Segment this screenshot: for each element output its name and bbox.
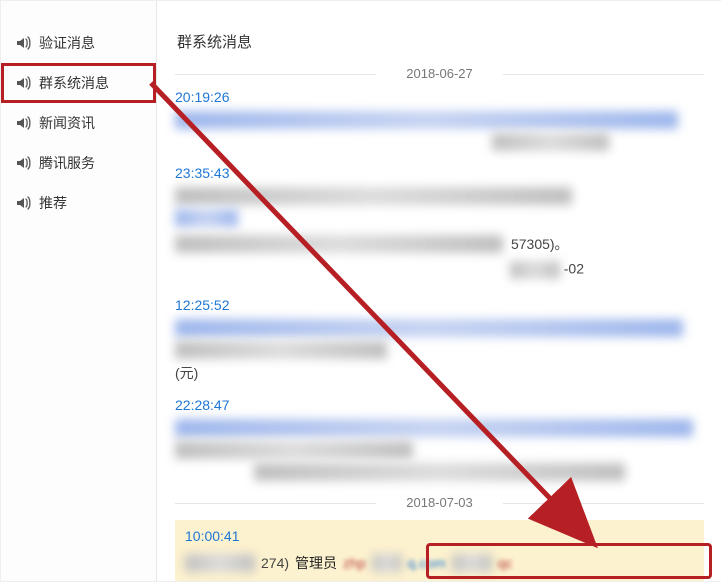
message-body-redacted	[175, 319, 683, 337]
sidebar-item-tencent-service[interactable]: 腾讯服务	[1, 143, 156, 183]
message-body-redacted	[452, 554, 492, 572]
message-body-redacted	[372, 554, 402, 572]
date-divider-1: 2018-06-27	[175, 66, 704, 81]
message-body-redacted	[492, 133, 608, 151]
admin-label: 管理员	[295, 553, 337, 573]
message-body-redacted	[175, 441, 413, 459]
speaker-icon	[15, 115, 31, 131]
message-block: 12:25:52 (元)	[175, 297, 704, 383]
message-time: 10:00:41	[185, 528, 694, 544]
sidebar-item-news[interactable]: 新闻资讯	[1, 103, 156, 143]
message-tail-number: 57305)。	[511, 234, 569, 254]
message-time: 22:28:47	[175, 397, 704, 413]
message-body-redacted	[175, 341, 387, 359]
sidebar-item-label: 新闻资讯	[39, 113, 95, 133]
message-tail-text: (元)	[175, 363, 704, 383]
message-body-redacted	[510, 261, 560, 279]
admin-link-fragment[interactable]: qc	[498, 555, 513, 571]
page-title: 群系统消息	[177, 31, 704, 52]
sidebar-item-verify[interactable]: 验证消息	[1, 23, 156, 63]
app-root: 验证消息 群系统消息 新闻资讯 腾讯服务 推荐 群	[0, 0, 721, 582]
message-body-redacted	[175, 209, 238, 227]
sidebar-item-label: 验证消息	[39, 33, 95, 53]
message-time: 20:19:26	[175, 89, 704, 105]
message-body-redacted	[175, 187, 572, 205]
message-body-redacted	[175, 235, 503, 253]
admin-line: 274) 管理员 zhp q.com qc	[185, 550, 694, 576]
message-tail-date: -02	[564, 261, 584, 277]
admin-link-fragment[interactable]: zhp	[343, 555, 366, 571]
message-body-redacted	[175, 111, 678, 129]
speaker-icon	[15, 195, 31, 211]
highlighted-message-block: 10:00:41 274) 管理员 zhp q.com qc	[175, 520, 704, 581]
message-time: 23:35:43	[175, 165, 704, 181]
sidebar-item-label: 腾讯服务	[39, 153, 95, 173]
sidebar-item-label: 推荐	[39, 193, 67, 213]
speaker-icon	[15, 155, 31, 171]
message-block: 23:35:43 57305)。 -02	[175, 165, 704, 283]
speaker-icon	[15, 35, 31, 51]
sidebar: 验证消息 群系统消息 新闻资讯 腾讯服务 推荐	[1, 1, 157, 582]
message-body-redacted	[175, 419, 693, 437]
message-block: 20:19:26	[175, 89, 704, 151]
sidebar-item-group-system[interactable]: 群系统消息	[1, 63, 156, 103]
message-time: 12:25:52	[175, 297, 704, 313]
date-divider-2: 2018-07-03	[175, 495, 704, 510]
admin-group-id-fragment: 274)	[261, 555, 289, 571]
sidebar-item-recommend[interactable]: 推荐	[1, 183, 156, 223]
message-body-redacted	[185, 554, 255, 572]
speaker-icon	[15, 75, 31, 91]
message-block: 22:28:47	[175, 397, 704, 481]
message-body-redacted	[254, 463, 624, 481]
admin-link-fragment[interactable]: q.com	[408, 555, 446, 571]
sidebar-item-label: 群系统消息	[39, 73, 109, 93]
main-panel: 群系统消息 2018-06-27 20:19:26 23:35:43 57305…	[157, 1, 721, 581]
